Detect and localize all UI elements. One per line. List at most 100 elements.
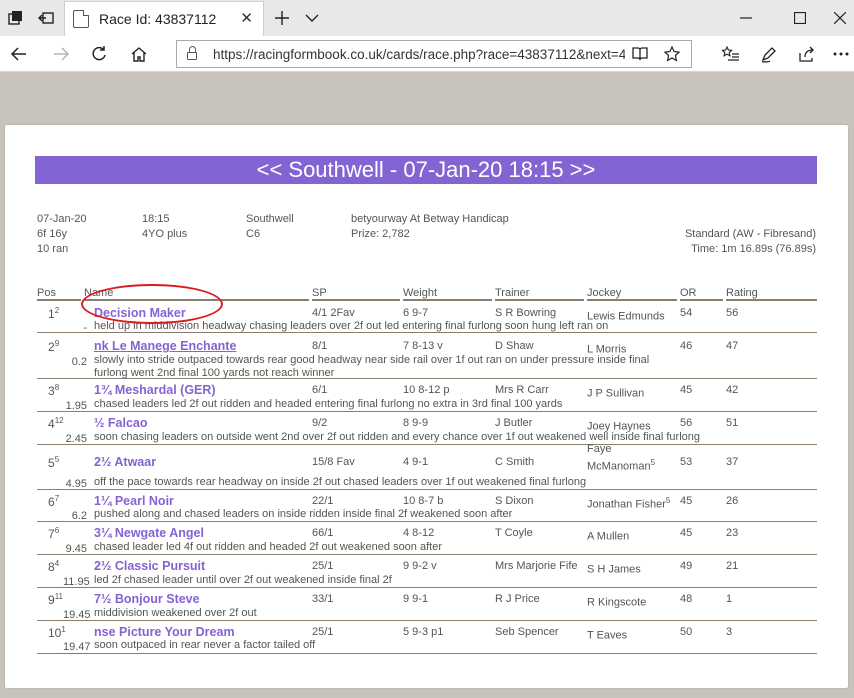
beaten-distance: 1.95	[65, 400, 87, 412]
weight: 6 9-7	[403, 307, 429, 319]
jockey-claim: 5	[665, 496, 671, 505]
more-menu-icon[interactable]	[828, 41, 854, 67]
race-comment: middivision weakened over 2f out	[94, 607, 257, 619]
starting-price: 8/1	[312, 340, 328, 352]
share-icon[interactable]	[794, 41, 820, 67]
forward-icon[interactable]	[48, 41, 74, 67]
reading-view-icon[interactable]	[629, 43, 651, 65]
col-trainer: Trainer	[495, 287, 530, 299]
beaten-distance: 2.45	[65, 433, 87, 445]
weight: 10 8-12 p	[403, 384, 450, 396]
horse-name-link[interactable]: 2½ Atwaar	[94, 455, 156, 469]
favorites-list-icon[interactable]	[718, 41, 744, 67]
race-date: 07-Jan-20	[37, 213, 87, 225]
col-pos: Pos	[37, 287, 56, 299]
trainer: S R Bowring	[495, 307, 557, 319]
minimize-icon[interactable]	[732, 4, 760, 32]
draw-number: 5	[54, 455, 60, 464]
weight: 9 9-1	[403, 593, 429, 605]
position-value: 4	[48, 417, 55, 431]
address-bar: https://racingformbook.co.uk/cards/race.…	[0, 36, 854, 72]
tab-list-chevron-icon[interactable]	[300, 6, 324, 30]
race-name: betyourway At Betway Handicap	[351, 213, 509, 225]
horse-name-link[interactable]: 1¼ Pearl Noir	[94, 494, 174, 508]
weight: 4 9-1	[403, 456, 429, 468]
annotation-circle	[81, 284, 223, 324]
jockey-name: Jonathan Fisher	[587, 498, 666, 511]
pen-icon[interactable]	[756, 41, 782, 67]
table-row: 67 6.2 1¼ Pearl Noir 22/1 10 8-7 b S Dixon Jon…	[37, 490, 817, 522]
favorite-star-icon[interactable]	[661, 43, 683, 65]
beaten-distance: 19.45	[63, 609, 91, 621]
close-window-icon[interactable]	[826, 4, 854, 32]
starting-price: 15/8 Fav	[312, 456, 355, 468]
maximize-icon[interactable]	[786, 4, 814, 32]
table-row: 55 4.95 2½ Atwaar 15/8 Fav 4 9-1 C Smith Faye …	[37, 442, 817, 490]
position-value: 1	[48, 307, 55, 321]
starting-price: 4/1 2Fav	[312, 307, 355, 319]
weight: 9 9-2 v	[403, 560, 437, 572]
starting-price: 9/2	[312, 417, 328, 429]
official-rating: 45	[680, 384, 693, 396]
new-tab-icon[interactable]	[270, 6, 294, 30]
draw-number: 9	[54, 339, 60, 348]
draw-number: 7	[54, 494, 60, 503]
jockey-claim: 5	[650, 458, 656, 467]
weight: 8 9-9	[403, 417, 429, 429]
race-age: 4YO plus	[142, 228, 188, 240]
back-icon[interactable]	[6, 41, 32, 67]
trainer: J Butler	[495, 417, 533, 429]
horse-name-link[interactable]: 3¼ Newgate Angel	[94, 526, 204, 540]
jockey-name: A Mullen	[587, 530, 630, 543]
performance-rating: 23	[726, 527, 739, 539]
finish-position: 29	[48, 339, 59, 354]
jockey-name: R Kingscote	[587, 596, 647, 609]
col-sp: SP	[312, 287, 327, 299]
close-tab-icon[interactable]: ✕	[240, 9, 253, 27]
jockey-name: S H James	[587, 563, 641, 576]
tab-title: Race Id: 43837112	[99, 11, 217, 27]
official-rating: 48	[680, 593, 693, 605]
horse-name-link[interactable]: nse Picture Your Dream	[94, 625, 235, 639]
tab-bar: Race Id: 43837112 ✕	[0, 0, 854, 36]
finish-position: 67	[48, 494, 59, 509]
lock-icon	[187, 46, 197, 60]
position-value: 10	[48, 626, 62, 640]
draw-number: 2	[54, 306, 60, 315]
position-value: 8	[48, 560, 55, 574]
jockey: Faye McManoman5	[587, 442, 667, 474]
performance-rating: 26	[726, 495, 739, 507]
horse-name-link[interactable]: nk Le Manege Enchante	[94, 339, 236, 353]
finish-position: 101	[48, 625, 66, 640]
table-row: 101 19.47 nse Picture Your Dream 25/1 5 9-3 …	[37, 621, 817, 654]
race-comment: chased leader led 4f out ridden and head…	[94, 541, 442, 553]
beaten-distance: 9.45	[65, 543, 87, 555]
draw-number: 4	[54, 559, 60, 568]
horse-name-link[interactable]: ½ Falcao	[94, 416, 148, 430]
official-rating: 54	[680, 307, 693, 319]
trainer: Seb Spencer	[495, 626, 559, 638]
horse-name-link[interactable]: 2½ Classic Pursuit	[94, 559, 205, 573]
horse-name-link[interactable]: 7½ Bonjour Steve	[94, 592, 200, 606]
starting-price: 25/1	[312, 626, 334, 638]
race-runners: 10 ran	[37, 243, 69, 255]
jockey: T Eaves	[587, 627, 627, 642]
set-tabs-aside-icon[interactable]	[34, 6, 58, 30]
horse-name-link[interactable]: 1¾ Meshardal (GER)	[94, 383, 216, 397]
position-value: 6	[48, 495, 55, 509]
refresh-icon[interactable]	[86, 41, 112, 67]
race-prize: Prize: 2,782	[351, 228, 410, 240]
race-header[interactable]: << Southwell - 07-Jan-20 18:15 >>	[35, 156, 817, 184]
table-row: 38 1.95 1¾ Meshardal (GER) 6/1 10 8-12 p Mrs …	[37, 379, 817, 412]
trainer: S Dixon	[495, 495, 534, 507]
tab-actions-icon[interactable]	[4, 6, 28, 30]
url-field[interactable]: https://racingformbook.co.uk/cards/race.…	[176, 40, 692, 68]
finish-position: 12	[48, 306, 59, 321]
performance-rating: 47	[726, 340, 739, 352]
race-going: Standard (AW - Fibresand)	[684, 228, 816, 240]
col-or: OR	[680, 287, 697, 299]
starting-price: 66/1	[312, 527, 334, 539]
home-icon[interactable]	[126, 41, 152, 67]
active-tab[interactable]: Race Id: 43837112 ✕	[64, 1, 264, 36]
race-time: 18:15	[142, 213, 170, 225]
